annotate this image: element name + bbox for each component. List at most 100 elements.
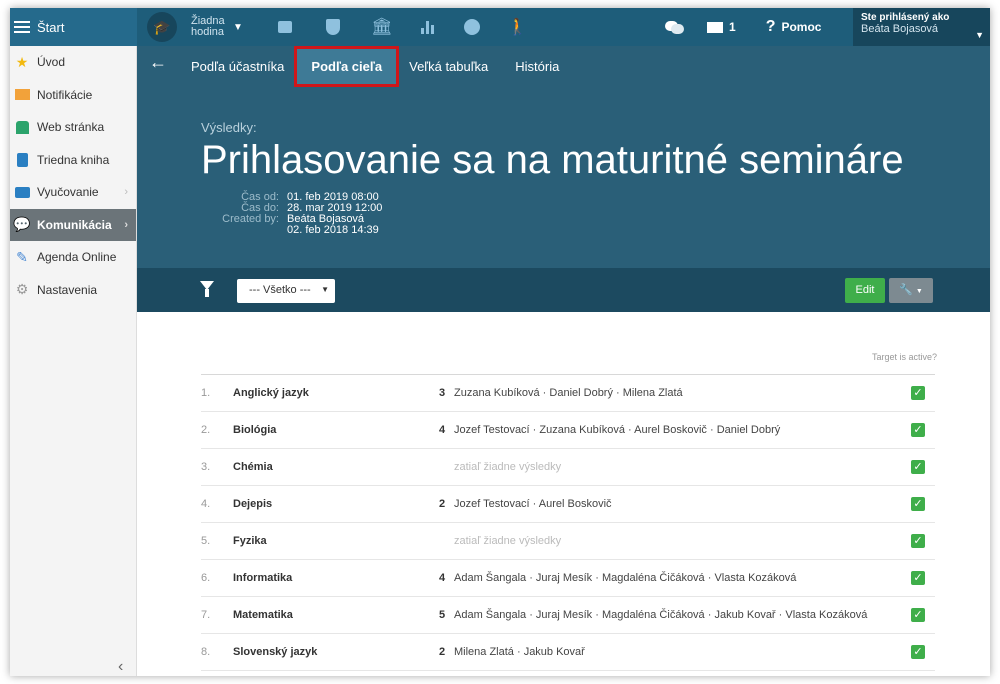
back-arrow-icon[interactable]: ←: [149, 52, 167, 73]
sidebar-item-label: Notifikácie: [37, 88, 92, 102]
sidebar-item-label: Komunikácia: [37, 218, 112, 232]
row-number: 1.: [201, 387, 210, 399]
empty-results: zatiaľ žiadne výsledky: [454, 461, 561, 473]
sidebar-item-notifikacie[interactable]: Notifikácie: [10, 79, 136, 112]
house-icon: [14, 119, 30, 135]
meta-key: [217, 225, 287, 236]
meta-value: 02. feb 2018 14:39: [287, 225, 379, 236]
tab-podla-ucastnika[interactable]: Podľa účastníka: [191, 59, 284, 74]
row-number: 6.: [201, 572, 210, 584]
mail-icon[interactable]: [707, 22, 723, 33]
active-checkbox[interactable]: ✓: [911, 571, 925, 585]
caret-down-icon: ▼: [916, 288, 923, 295]
table-row: 1. Anglický jazyk 3 Zuzana Kubíková · Da…: [201, 375, 935, 412]
row-number: 2.: [201, 424, 210, 436]
chat-icon[interactable]: [665, 19, 685, 35]
caret-down-icon: ▼: [975, 30, 984, 40]
participant-count: 3: [439, 387, 445, 399]
participant-count: 2: [439, 498, 445, 510]
sidebar-item-komunikacia[interactable]: 💬 Komunikácia ›: [10, 209, 136, 242]
chat-icon: 💬: [14, 217, 30, 233]
edit-button[interactable]: Edit: [845, 278, 885, 303]
row-number: 7.: [201, 609, 210, 621]
envelope-icon: [14, 87, 30, 103]
gauge-icon[interactable]: [464, 19, 480, 35]
sidebar-item-web-stranka[interactable]: Web stránka: [10, 111, 136, 144]
results-content: Target is active? 1. Anglický jazyk 3 Zu…: [137, 312, 990, 676]
table-row: 6. Informatika 4 Adam Šangala · Juraj Me…: [201, 560, 935, 597]
sidebar-item-nastavenia[interactable]: ⚙ Nastavenia: [10, 274, 136, 307]
briefcase-icon[interactable]: [278, 21, 292, 33]
start-menu-button[interactable]: Štart: [10, 8, 137, 46]
chevron-right-icon: ›: [124, 219, 128, 231]
tools-dropdown-button[interactable]: 🔧 ▼: [889, 278, 933, 303]
table-row: 8. Slovenský jazyk 2 Milena Zlatá · Jaku…: [201, 634, 935, 671]
caret-down-icon[interactable]: ▼: [233, 22, 243, 33]
row-number: 5.: [201, 535, 210, 547]
row-number: 8.: [201, 646, 210, 658]
filter-bar: --- Všetko --- ▼ Edit 🔧 ▼: [137, 268, 990, 312]
walking-icon[interactable]: 🚶: [508, 17, 528, 37]
tab-podla-ciela[interactable]: Podľa cieľa: [297, 49, 396, 84]
mail-count[interactable]: 1: [729, 20, 736, 34]
participant-list: Adam Šangala · Juraj Mesík · Magdaléna Č…: [454, 609, 867, 621]
participant-count: 5: [439, 609, 445, 621]
results-table: 1. Anglický jazyk 3 Zuzana Kubíková · Da…: [201, 374, 935, 671]
target-name[interactable]: Informatika: [233, 572, 292, 584]
sidebar-item-label: Vyučovanie: [37, 185, 99, 199]
active-checkbox[interactable]: ✓: [911, 534, 925, 548]
gear-icon: ⚙: [14, 282, 30, 298]
hodina-selector[interactable]: Žiadna hodina: [191, 16, 231, 38]
sidebar-item-agenda-online[interactable]: ✎ Agenda Online: [10, 241, 136, 274]
target-name[interactable]: Biológia: [233, 424, 276, 436]
target-name[interactable]: Anglický jazyk: [233, 387, 309, 399]
filter-icon[interactable]: [200, 281, 214, 290]
target-name[interactable]: Slovenský jazyk: [233, 646, 317, 658]
top-right-actions: 1 ? Pomoc: [665, 8, 821, 46]
active-checkbox[interactable]: ✓: [911, 645, 925, 659]
target-name[interactable]: Fyzika: [233, 535, 267, 547]
sidebar-item-triedna-kniha[interactable]: Triedna kniha: [10, 144, 136, 177]
sidebar-item-label: Triedna kniha: [37, 153, 109, 167]
participant-count: 2: [439, 646, 445, 658]
table-row: 4. Dejepis 2 Jozef Testovací · Aurel Bos…: [201, 486, 935, 523]
target-name[interactable]: Matematika: [233, 609, 293, 621]
help-icon[interactable]: ?: [766, 18, 776, 36]
participant-count: 4: [439, 572, 445, 584]
participant-count: 4: [439, 424, 445, 436]
sidebar-item-vyucovanie[interactable]: Vyučovanie ›: [10, 176, 136, 209]
participant-list: Zuzana Kubíková · Daniel Dobrý · Milena …: [454, 387, 683, 399]
active-checkbox[interactable]: ✓: [911, 608, 925, 622]
row-number: 3.: [201, 461, 210, 473]
book-icon: [14, 152, 30, 168]
tab-bar: Podľa účastníka Podľa cieľa Veľká tabuľk…: [191, 46, 586, 86]
tab-velka-tabulka[interactable]: Veľká tabuľka: [409, 59, 488, 74]
meta-key: Created by:: [217, 214, 287, 225]
pen-icon: ✎: [14, 249, 30, 265]
menu-icon: [14, 18, 30, 36]
graduation-cap-icon[interactable]: 🎓: [147, 12, 177, 42]
target-active-header: Target is active?: [872, 352, 937, 362]
sidebar-item-label: Web stránka: [37, 120, 104, 134]
active-checkbox[interactable]: ✓: [911, 497, 925, 511]
filter-select[interactable]: --- Všetko --- ▼: [237, 279, 335, 303]
user-menu[interactable]: Ste prihlásený ako Beáta Bojasová ▼: [853, 8, 990, 46]
active-checkbox[interactable]: ✓: [911, 460, 925, 474]
app-window: Štart 🎓 Žiadna hodina ▼ 🏛 🚶 1 ? Pomoc St…: [10, 8, 990, 676]
table-row: 2. Biológia 4 Jozef Testovací · Zuzana K…: [201, 412, 935, 449]
sidebar-item-label: Agenda Online: [37, 250, 116, 264]
empty-results: zatiaľ žiadne výsledky: [454, 535, 561, 547]
target-name[interactable]: Chémia: [233, 461, 273, 473]
participant-list: Milena Zlatá · Jakub Kovař: [454, 646, 585, 658]
shield-icon[interactable]: [326, 19, 340, 35]
tab-historia[interactable]: História: [515, 59, 559, 74]
active-checkbox[interactable]: ✓: [911, 386, 925, 400]
active-checkbox[interactable]: ✓: [911, 423, 925, 437]
sidebar-item-uvod[interactable]: ★ Úvod: [10, 46, 136, 79]
collapse-sidebar-icon[interactable]: ‹: [118, 658, 123, 676]
chart-icon[interactable]: [421, 21, 436, 34]
target-name[interactable]: Dejepis: [233, 498, 272, 510]
page-header: ← Podľa účastníka Podľa cieľa Veľká tabu…: [137, 46, 990, 268]
bank-icon[interactable]: 🏛: [371, 17, 393, 37]
help-link[interactable]: Pomoc: [781, 20, 821, 34]
